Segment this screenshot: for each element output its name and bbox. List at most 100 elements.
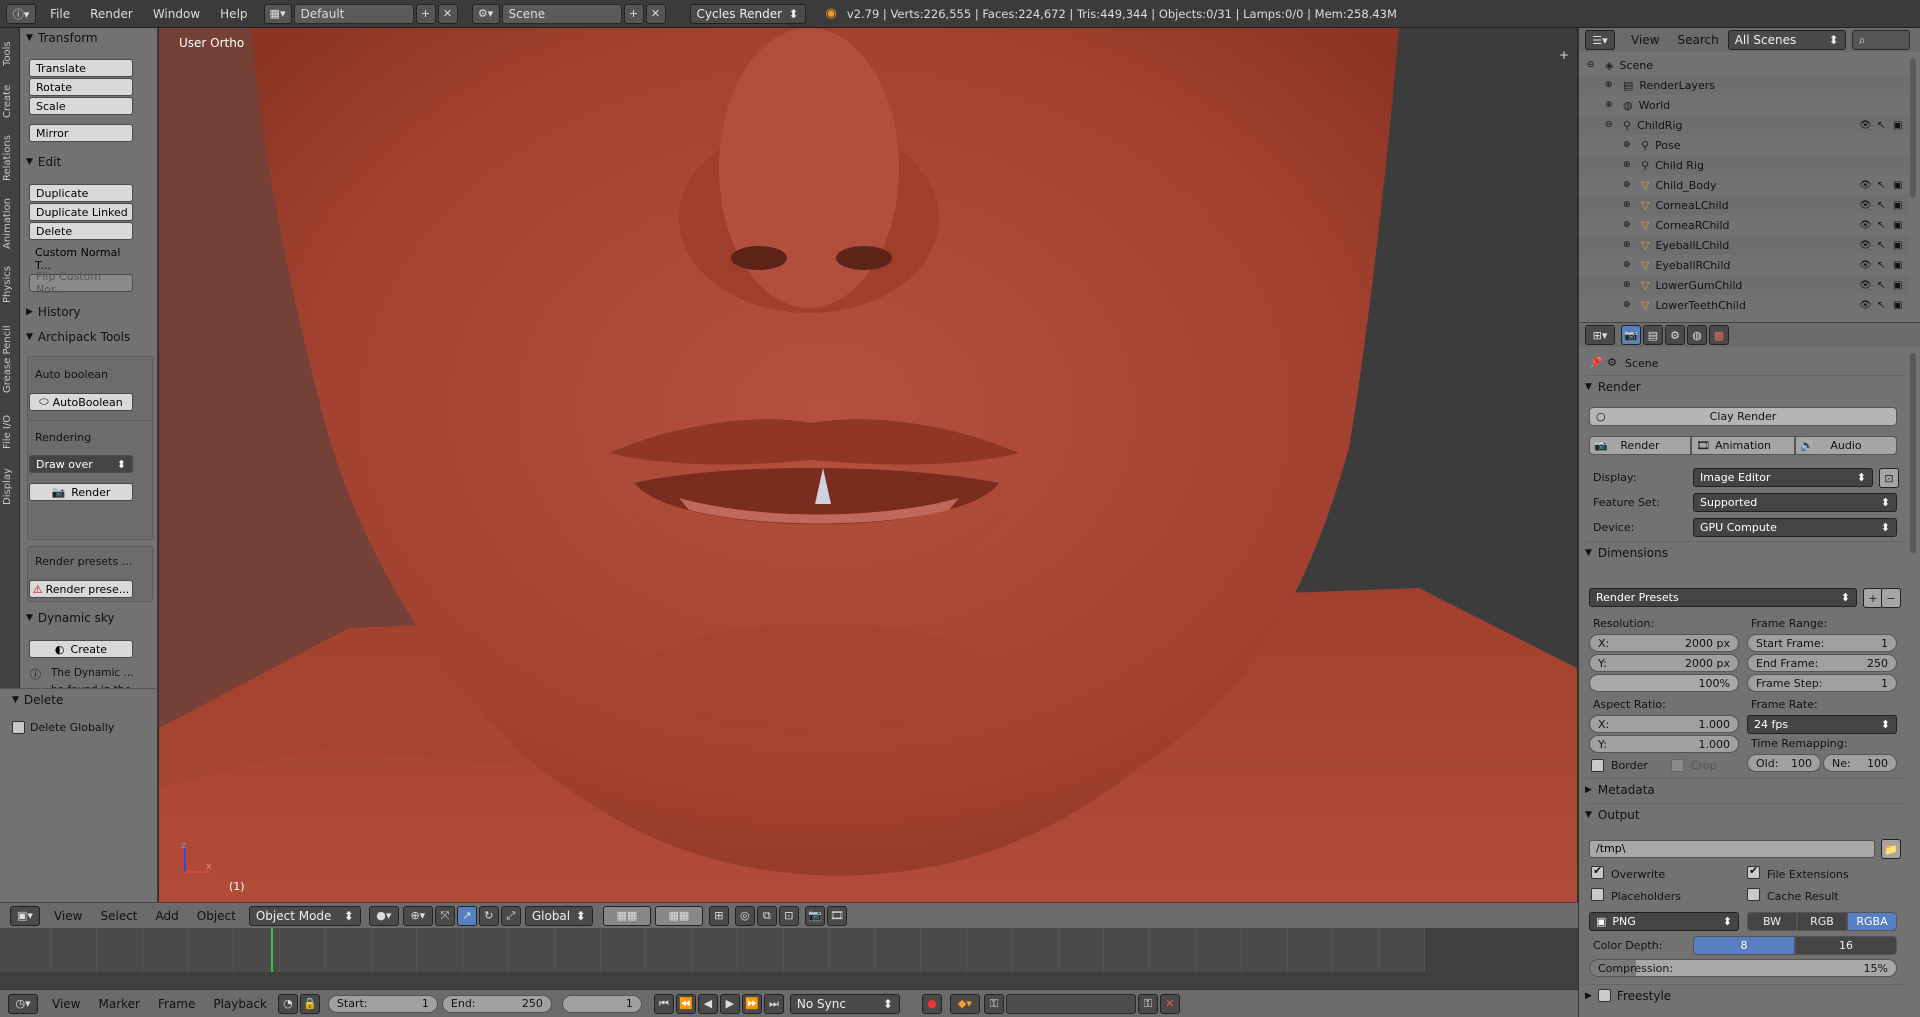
cursor-icon[interactable]: ↖	[1877, 120, 1885, 131]
menu-search[interactable]: Search	[1677, 33, 1718, 47]
sync-select[interactable]: No Sync ⬍	[789, 993, 900, 1014]
preview-range-icon[interactable]: ◔	[277, 993, 298, 1014]
expand-toggle-icon[interactable]: ⊖	[1587, 60, 1599, 70]
delete-keyframe-icon[interactable]: ✕	[1159, 993, 1180, 1014]
menu-select[interactable]: Select	[100, 909, 137, 923]
resolution-x-field[interactable]: X: 2000 px	[1589, 634, 1739, 652]
menu-view[interactable]: View	[54, 909, 82, 923]
outliner-row[interactable]: ⊕ ⚲ Child Rig	[1579, 155, 1909, 175]
menu-view[interactable]: View	[52, 997, 80, 1011]
aspect-y-field[interactable]: Y: 1.000	[1589, 735, 1739, 753]
expand-toggle-icon[interactable]: ⊕	[1623, 200, 1635, 210]
device-select[interactable]: GPU Compute ⬍	[1693, 518, 1897, 537]
clay-render-button[interactable]: ○ Clay Render	[1589, 407, 1897, 426]
expand-toggle-icon[interactable]: ⊕	[1605, 100, 1617, 110]
auto-boolean-button[interactable]: ⬭ AutoBoolean	[29, 393, 133, 411]
crop-checkbox[interactable]	[1671, 759, 1684, 772]
camera-icon[interactable]: ▣	[1893, 280, 1902, 291]
remove-layout-icon[interactable]: ✕	[437, 3, 458, 24]
feature-set-select[interactable]: Supported ⬍	[1693, 493, 1897, 512]
expand-toggle-icon[interactable]: ⊕	[1623, 240, 1635, 250]
eye-icon[interactable]: 👁	[1859, 200, 1872, 211]
panel-history-header[interactable]: ▶ History	[26, 305, 81, 319]
compression-slider[interactable]: Compression: 15%	[1589, 959, 1897, 977]
panel-archipack-header[interactable]: ▼ Archipack Tools	[26, 330, 130, 344]
camera-icon[interactable]: ▣	[1893, 220, 1902, 231]
3d-viewport[interactable]: User Ortho (1) z x +	[159, 28, 1577, 902]
camera-icon[interactable]: ▣	[1893, 200, 1902, 211]
eye-icon[interactable]: 👁	[1859, 260, 1872, 271]
start-frame-field[interactable]: Start Frame: 1	[1747, 634, 1897, 652]
dimensions-panel-header[interactable]: ▼ Dimensions	[1585, 541, 1905, 563]
create-sky-button[interactable]: ◐ Create	[29, 640, 133, 658]
expand-toggle-icon[interactable]: ⊕	[1623, 160, 1635, 170]
metadata-panel-header[interactable]: ▶ Metadata	[1585, 778, 1905, 800]
menu-playback[interactable]: Playback	[213, 997, 267, 1011]
info-editor-icon[interactable]: ⓘ▾	[6, 3, 36, 24]
outliner-row[interactable]: ⊕ ⚲ Pose	[1579, 135, 1909, 155]
scale-button[interactable]: Scale	[29, 97, 133, 115]
cursor-icon[interactable]: ↖	[1877, 260, 1885, 271]
expand-toggle-icon[interactable]: ⊕	[1623, 260, 1635, 270]
jump-end-icon[interactable]: ⏭	[763, 993, 784, 1014]
remove-preset-icon[interactable]: −	[1881, 588, 1901, 608]
record-icon[interactable]: ●	[921, 993, 942, 1014]
render-context-icon[interactable]: 📷	[1621, 325, 1641, 345]
frame-step-field[interactable]: Frame Step: 1	[1747, 674, 1897, 692]
eye-icon[interactable]: 👁	[1859, 220, 1872, 231]
viewport-shading-icon[interactable]: ●▾	[368, 905, 399, 926]
translate-manipulator-icon[interactable]: ↗	[456, 905, 477, 926]
outliner-scrollbar[interactable]	[1910, 58, 1916, 198]
proportional-edit-icon[interactable]: ◎	[734, 905, 755, 926]
pivot-point-icon[interactable]: ⊕▾	[402, 905, 433, 926]
render-layers-context-icon[interactable]: ▤	[1643, 325, 1663, 345]
cursor-icon[interactable]: ↖	[1877, 300, 1885, 311]
translate-button[interactable]: Translate	[29, 59, 133, 77]
camera-icon[interactable]: ▣	[1893, 180, 1902, 191]
expand-toggle-icon[interactable]: ⊕	[1623, 280, 1635, 290]
outliner-row[interactable]: ⊕ ▽ EyeballLChild 👁 ↖ ▣	[1579, 235, 1909, 255]
tab-tools[interactable]: Tools	[2, 34, 18, 74]
remap-new-field[interactable]: Ne: 100	[1823, 754, 1897, 772]
active-keying-set-icon[interactable]: ⚿	[983, 993, 1004, 1014]
expand-toggle-icon[interactable]: ⊕	[1623, 220, 1635, 230]
add-preset-icon[interactable]: +	[1863, 588, 1883, 608]
render-panel-header[interactable]: ▼ Render	[1585, 375, 1905, 397]
render-engine-select[interactable]: Cycles Render ⬍	[689, 3, 806, 24]
layout-field[interactable]: Default	[293, 3, 414, 24]
eye-icon[interactable]: 👁	[1859, 300, 1872, 311]
expand-toggle-icon[interactable]: ⊖	[1605, 120, 1617, 130]
color-rgba-button[interactable]: RGBA	[1847, 912, 1897, 931]
panel-edit-header[interactable]: ▼ Edit	[26, 155, 61, 169]
opengl-render-icon[interactable]: 📷	[804, 905, 825, 926]
cache-result-checkbox[interactable]	[1747, 888, 1760, 901]
play-icon[interactable]: ▶	[719, 993, 740, 1014]
delete-button[interactable]: Delete	[29, 222, 133, 240]
flip-custom-normal-button[interactable]: Flip Custom Nor...	[29, 270, 133, 296]
outliner-row[interactable]: ⊕ ▽ LowerTeethChild 👁 ↖ ▣	[1579, 295, 1909, 315]
display-select[interactable]: Image Editor ⬍	[1693, 468, 1873, 487]
properties-scrollbar[interactable]	[1910, 353, 1916, 553]
start-frame-field[interactable]: Start: 1	[327, 994, 438, 1013]
snap-target-icon[interactable]: ⊡	[778, 905, 799, 926]
opengl-anim-icon[interactable]: 🎞	[826, 905, 847, 926]
mode-select[interactable]: Object Mode ⬍	[248, 905, 361, 926]
eye-icon[interactable]: 👁	[1859, 280, 1872, 291]
render-still-button[interactable]: 📷 Render	[1589, 436, 1691, 455]
file-extensions-checkbox[interactable]	[1747, 864, 1760, 879]
outliner-row[interactable]: ⊖ ⚲ ChildRig 👁 ↖ ▣	[1579, 115, 1909, 135]
lock-interface-icon[interactable]: ⊡	[1879, 468, 1899, 488]
tab-grease-pencil[interactable]: Grease Pencil	[2, 314, 18, 404]
render-presets-button[interactable]: ⚠ Render prese...	[29, 580, 133, 598]
layers-grid-2-icon[interactable]: ▦▦	[654, 905, 703, 926]
panel-delete-header[interactable]: ▼ Delete	[12, 693, 63, 707]
cursor-icon[interactable]: ↖	[1877, 280, 1885, 291]
timeline[interactable]: -50-40-30-20-100102030405060708090100110…	[0, 928, 1578, 989]
play-reverse-icon[interactable]: ◀	[697, 993, 718, 1014]
lock-range-icon[interactable]: 🔒	[299, 993, 320, 1014]
freestyle-checkbox[interactable]	[1597, 989, 1611, 1002]
panel-dynamic-sky-header[interactable]: ▼ Dynamic sky	[26, 611, 115, 625]
remove-scene-icon[interactable]: ✕	[645, 3, 666, 24]
tab-relations[interactable]: Relations	[2, 128, 18, 188]
render-button[interactable]: 📷 Render	[29, 483, 133, 501]
